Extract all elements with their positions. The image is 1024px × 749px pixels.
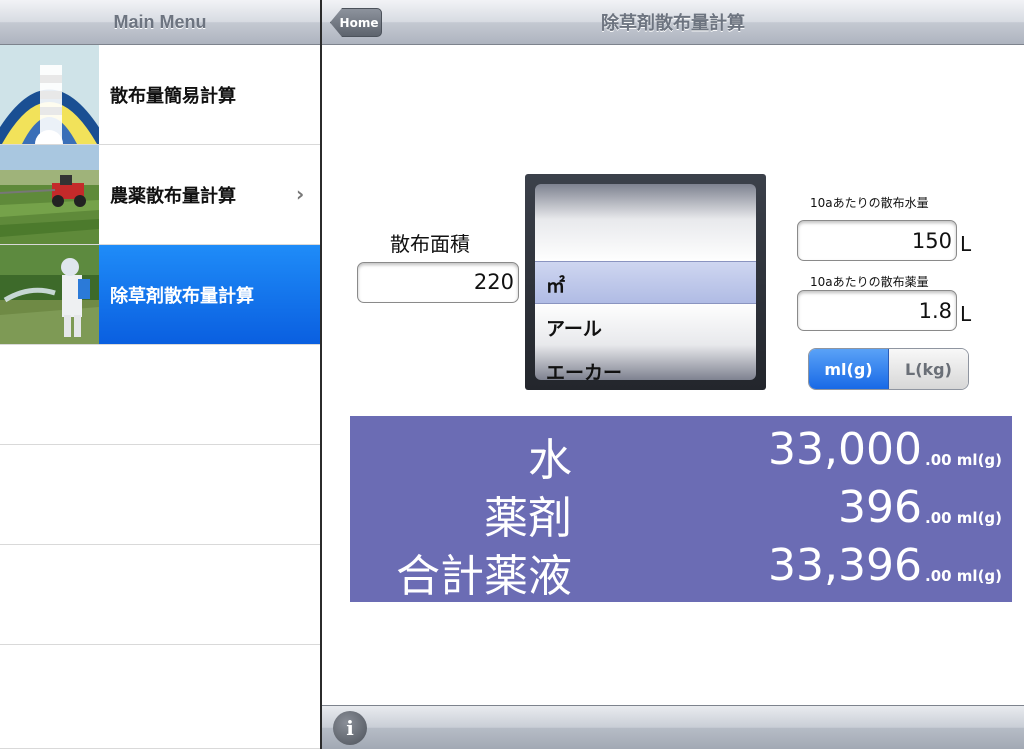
menu-label: 除草剤散布量計算 — [110, 285, 254, 307]
result-row-water: 水 33,000 .00 ml(g) — [350, 424, 1012, 486]
chevron-right-icon: › — [296, 182, 305, 206]
menu-item-pesticide-calc[interactable]: 農薬散布量計算 › — [0, 145, 320, 245]
chem-label: 10aあたりの散布薬量 — [810, 275, 929, 289]
result-value: 33,000 — [768, 424, 922, 475]
menu-label: 散布量簡易計算 — [110, 85, 236, 107]
result-decimal: .00 ml(g) — [925, 509, 1003, 527]
area-input[interactable]: 220 — [357, 262, 519, 303]
menu-thumb-chart — [0, 45, 99, 144]
result-label: 薬剤 — [484, 493, 572, 544]
sidebar-header: Main Menu — [0, 0, 320, 45]
water-input[interactable]: 150 — [797, 220, 957, 261]
main-panel: Home 除草剤散布量計算 散布面積 220 ㎡ アール エーカー 10aあたり… — [322, 0, 1024, 749]
segment-ml[interactable]: ml(g) — [809, 349, 889, 389]
menu-item-empty — [0, 445, 320, 545]
picker-selection-band — [535, 261, 756, 304]
area-label: 散布面積 — [390, 232, 470, 256]
results-panel: 水 33,000 .00 ml(g) 薬剤 396 .00 ml(g) 合計薬液… — [350, 416, 1012, 602]
menu-item-empty — [0, 645, 320, 749]
menu-item-simple-calc[interactable]: 散布量簡易計算 — [0, 45, 320, 145]
picker-option-are[interactable]: アール — [546, 314, 602, 341]
info-icon[interactable]: i — [333, 711, 367, 745]
nav-bar: Home 除草剤散布量計算 — [322, 0, 1024, 45]
bottom-toolbar: i — [322, 705, 1024, 749]
menu-item-empty — [0, 345, 320, 445]
menu-item-herbicide-calc[interactable]: 除草剤散布量計算 — [0, 245, 320, 345]
segment-l[interactable]: L(kg) — [889, 349, 968, 389]
result-row-total: 合計薬液 33,396 .00 ml(g) — [350, 540, 1012, 602]
result-decimal: .00 ml(g) — [925, 567, 1003, 585]
result-value: 396 — [838, 482, 922, 533]
water-unit: L — [960, 232, 972, 256]
picker-option-acre[interactable]: エーカー — [546, 358, 622, 380]
menu-item-empty — [0, 545, 320, 645]
sidebar-title: Main Menu — [113, 11, 207, 32]
sidebar: Main Menu 散布量簡易計算 農薬散布量計算 › 除草剤散布量計算 — [0, 0, 320, 749]
result-decimal: .00 ml(g) — [925, 451, 1003, 469]
chem-input[interactable]: 1.8 — [797, 290, 957, 331]
unit-picker[interactable]: ㎡ アール エーカー — [525, 174, 766, 390]
water-label: 10aあたりの散布水量 — [810, 196, 929, 210]
menu-thumb-sprayer — [0, 245, 99, 344]
home-button[interactable]: Home — [330, 8, 382, 37]
picker-option-sqm[interactable]: ㎡ — [546, 271, 565, 298]
menu-list: 散布量簡易計算 農薬散布量計算 › 除草剤散布量計算 — [0, 45, 320, 749]
result-label: 合計薬液 — [396, 551, 572, 602]
result-row-chemical: 薬剤 396 .00 ml(g) — [350, 482, 1012, 544]
unit-segmented-control: ml(g) L(kg) — [808, 348, 969, 390]
result-label: 水 — [528, 435, 572, 486]
menu-thumb-tractor — [0, 145, 99, 244]
result-value: 33,396 — [768, 540, 922, 591]
chem-unit: L — [960, 302, 972, 326]
picker-wheel[interactable]: ㎡ アール エーカー — [535, 184, 756, 380]
page-title: 除草剤散布量計算 — [601, 13, 745, 34]
menu-label: 農薬散布量計算 — [110, 185, 236, 207]
